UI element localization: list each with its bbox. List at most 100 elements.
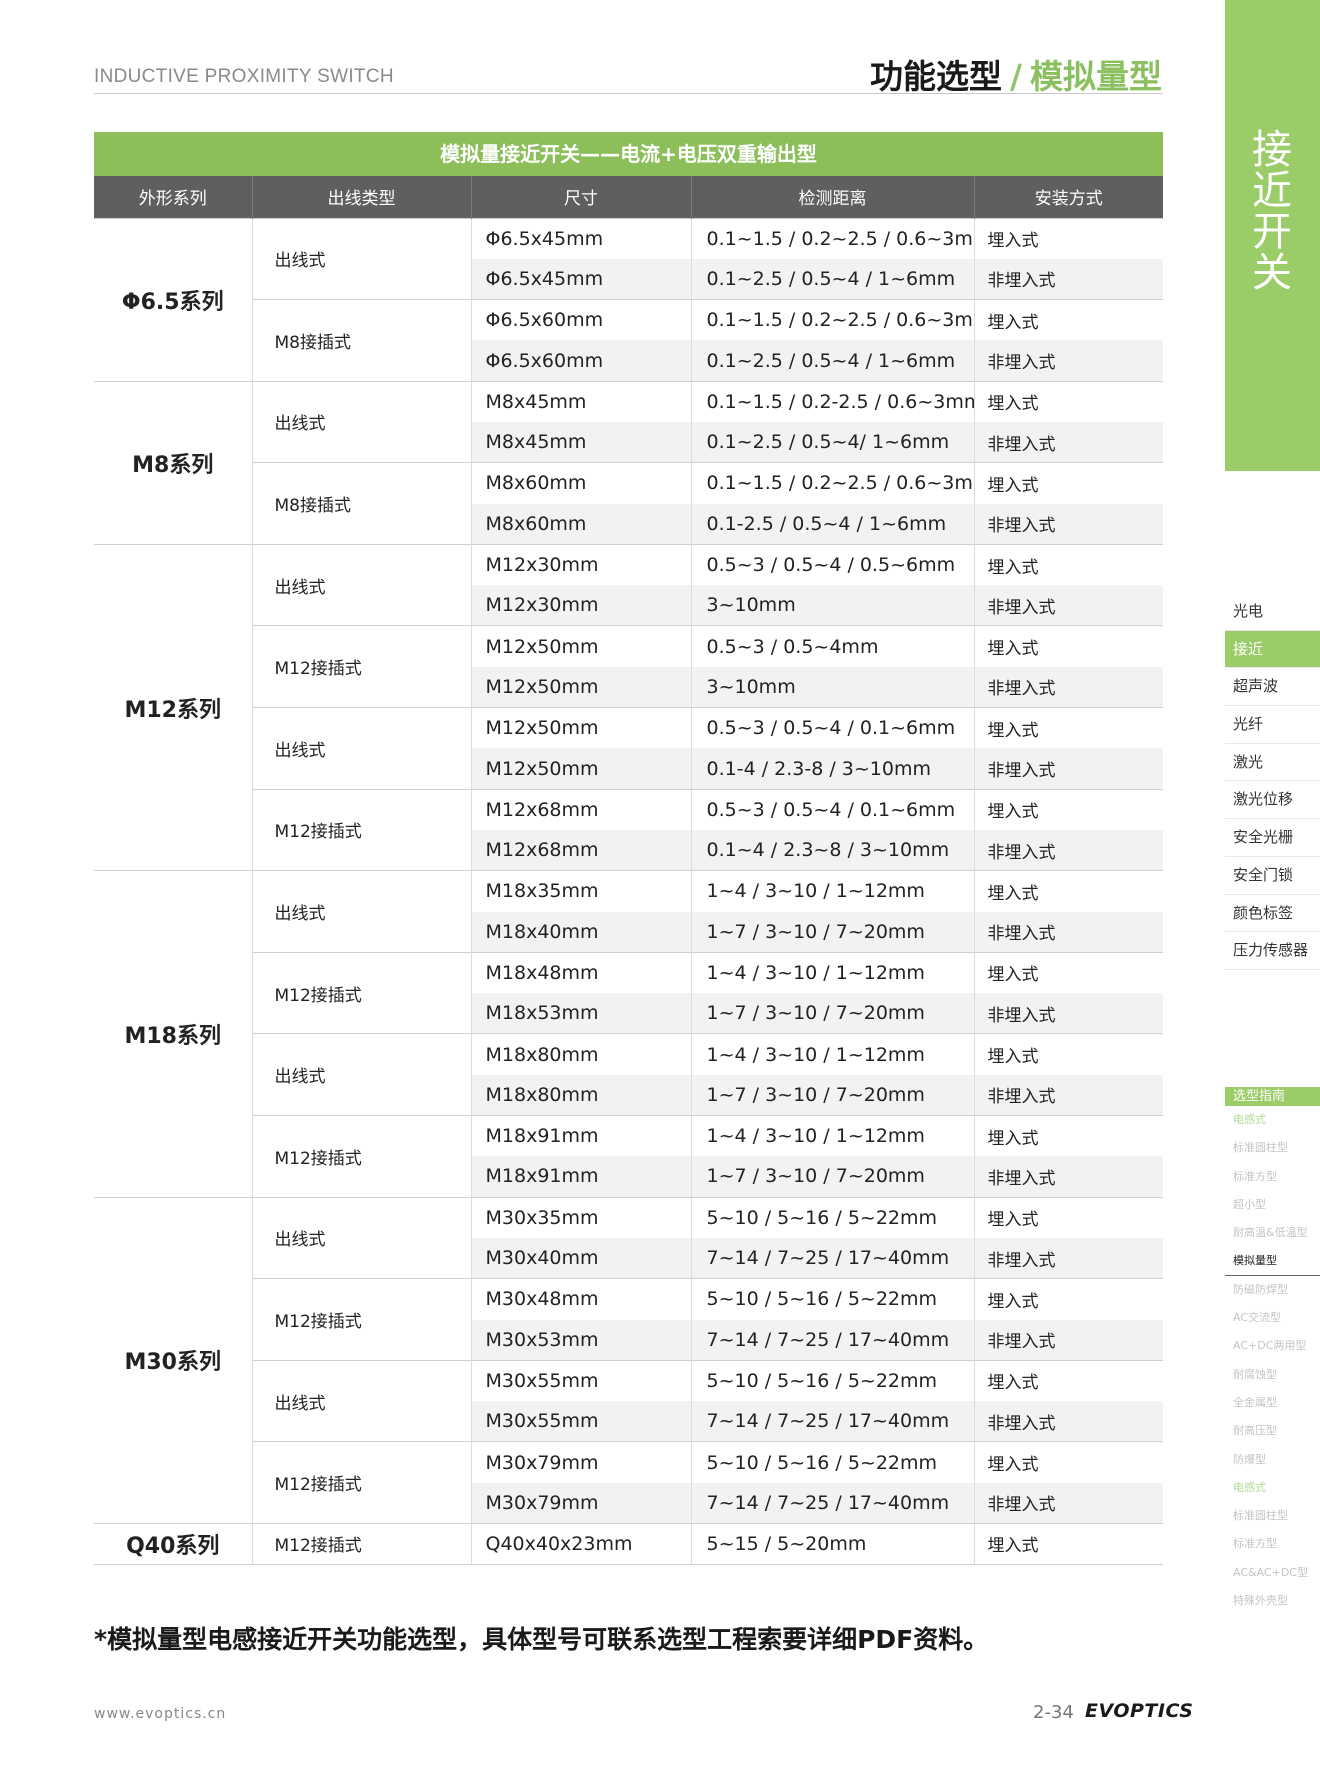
wire-type-cell: M12接插式 <box>252 1441 472 1524</box>
guide-item[interactable]: 防爆型 <box>1225 1446 1320 1474</box>
size-cell: M18x91mm <box>471 1115 692 1157</box>
table-row: M12接插式 M12x50mm 0.5~3 / 0.5~4mm 埋入式 <box>94 625 1163 708</box>
guide-item[interactable]: 标准圆柱型 <box>1225 1134 1320 1162</box>
table-row: Q40系列 M12接插式 Q40x40x23mm 5~15 / 5~20mm 埋入式 <box>94 1523 1163 1565</box>
size-cell: M12x50mm <box>471 748 692 790</box>
wire-type-cell: 出线式 <box>252 380 472 463</box>
mounting-cell: 非埋入式 <box>974 585 1163 626</box>
sensing-distance-cell: 0.1-2.5 / 0.5~4 / 1~6mm <box>691 503 975 545</box>
mounting-cell: 埋入式 <box>974 217 1163 259</box>
mounting-cell: 埋入式 <box>974 462 1163 504</box>
size-cell: M18x80mm <box>471 1074 692 1116</box>
size-cell: Φ6.5x60mm <box>471 299 692 341</box>
nav-item[interactable]: 光纤 <box>1225 706 1320 744</box>
footer-url[interactable]: www.evoptics.cn <box>94 1706 226 1722</box>
header-series: 外形系列 <box>94 176 253 218</box>
series-cell: M30系列 <box>94 1196 253 1524</box>
nav-item[interactable]: 安全门锁 <box>1225 857 1320 895</box>
mounting-cell: 埋入式 <box>974 1359 1163 1402</box>
nav-item[interactable]: 激光位移 <box>1225 781 1320 820</box>
guide-item[interactable]: AC&AC+DC型 <box>1225 1559 1320 1587</box>
guide-item[interactable]: 特殊外壳型 <box>1225 1587 1320 1615</box>
table-row: M12接插式 M18x48mm 1~4 / 3~10 / 1~12mm 埋入式 <box>94 951 1163 1034</box>
sensing-distance-cell: 0.1~1.5 / 0.2~2.5 / 0.6~3mm <box>691 299 975 341</box>
header-sensing-distance: 检测距离 <box>691 176 975 218</box>
sensing-distance-cell: 5~10 / 5~16 / 5~22mm <box>691 1196 975 1238</box>
nav-item[interactable]: 光电 <box>1225 593 1320 631</box>
brand-logo: EVOPTICS <box>1085 1700 1194 1722</box>
nav-item[interactable]: 超声波 <box>1225 668 1320 707</box>
header-category: INDUCTIVE PROXIMITY SWITCH <box>94 66 394 87</box>
size-cell: M18x40mm <box>471 911 692 953</box>
guide-item[interactable]: AC交流型 <box>1225 1304 1320 1332</box>
mounting-cell: 非埋入式 <box>974 1401 1163 1442</box>
size-cell: Φ6.5x45mm <box>471 258 692 300</box>
mounting-cell: 埋入式 <box>974 543 1163 586</box>
mounting-cell: 埋入式 <box>974 625 1163 667</box>
wire-type-cell: M12接插式 <box>252 951 472 1034</box>
sensing-distance-cell: 0.1~2.5 / 0.5~4 / 1~6mm <box>691 258 975 300</box>
sensing-distance-cell: 0.5~3 / 0.5~4 / 0.5~6mm <box>691 543 975 586</box>
guide-item[interactable]: 标准方型 <box>1225 1163 1320 1191</box>
size-cell: M30x40mm <box>471 1237 692 1279</box>
guide-item[interactable]: 超小型 <box>1225 1191 1320 1219</box>
header-divider <box>94 93 1163 94</box>
sensing-distance-cell: 5~10 / 5~16 / 5~22mm <box>691 1441 975 1483</box>
sensing-distance-cell: 7~14 / 7~25 / 17~40mm <box>691 1319 975 1361</box>
table-row: M12系列 出线式 M12x30mm 0.5~3 / 0.5~4 / 0.5~6mm 埋… <box>94 543 1163 871</box>
guide-item[interactable]: 全金属型 <box>1225 1389 1320 1417</box>
mounting-cell: 非埋入式 <box>974 666 1163 708</box>
guide-item[interactable]: 耐高温&低温型 <box>1225 1219 1320 1247</box>
mounting-cell: 埋入式 <box>974 951 1163 994</box>
sensing-distance-cell: 1~7 / 3~10 / 7~20mm <box>691 1156 975 1198</box>
guide-item[interactable]: 标准方型 <box>1225 1530 1320 1558</box>
guide-item[interactable]: 耐腐蚀型 <box>1225 1361 1320 1389</box>
wire-type-cell: 出线式 <box>252 217 472 300</box>
guide-item[interactable]: 电感式 <box>1225 1106 1320 1134</box>
wire-type-cell: M12接插式 <box>252 1115 472 1198</box>
sensing-distance-cell: 0.5~3 / 0.5~4 / 0.1~6mm <box>691 788 975 830</box>
nav-item[interactable]: 安全光栅 <box>1225 819 1320 857</box>
nav-item[interactable]: 接近 <box>1225 630 1320 669</box>
sensing-distance-cell: 0.1~2.5 / 0.5~4/ 1~6mm <box>691 421 975 463</box>
wire-type-cell: 出线式 <box>252 1359 472 1442</box>
nav-item[interactable]: 激光 <box>1225 744 1320 782</box>
category-nav: 光电 接近 超声波 光纤 激光 激光位移 安全光栅 安全门锁 颜色标签 压力传感器 <box>1225 593 1320 970</box>
sensing-distance-cell: 1~4 / 3~10 / 1~12mm <box>691 870 975 912</box>
guide-item[interactable]: AC+DC两用型 <box>1225 1332 1320 1360</box>
sensing-distance-cell: 0.5~3 / 0.5~4 / 0.1~6mm <box>691 707 975 749</box>
size-cell: M8x60mm <box>471 462 692 504</box>
sensing-distance-cell: 7~14 / 7~25 / 17~40mm <box>691 1401 975 1442</box>
table-row: M8接插式 Φ6.5x60mm 0.1~1.5 / 0.2~2.5 / 0.6~3m… <box>94 299 1163 382</box>
header-mounting: 安装方式 <box>974 176 1163 218</box>
guide-item[interactable]: 标准圆柱型 <box>1225 1502 1320 1530</box>
footnote: *模拟量型电感接近开关功能选型，具体型号可联系选型工程索要详细PDF资料。 <box>94 1625 989 1654</box>
sensing-distance-cell: 7~14 / 7~25 / 17~40mm <box>691 1237 975 1279</box>
wire-type-cell: M12接插式 <box>252 1278 472 1361</box>
nav-item[interactable]: 压力传感器 <box>1225 932 1320 970</box>
guide-item[interactable]: 模拟量型 <box>1225 1247 1320 1276</box>
sensing-distance-cell: 5~10 / 5~16 / 5~22mm <box>691 1278 975 1320</box>
size-cell: M18x91mm <box>471 1156 692 1198</box>
mounting-cell: 非埋入式 <box>974 1156 1163 1198</box>
series-cell: M12系列 <box>94 543 253 871</box>
size-cell: M30x48mm <box>471 1278 692 1320</box>
guide-item[interactable]: 防磁防焊型 <box>1225 1276 1320 1304</box>
size-cell: Φ6.5x60mm <box>471 340 692 382</box>
sensing-distance-cell: 1~7 / 3~10 / 7~20mm <box>691 911 975 953</box>
wire-type-cell: 出线式 <box>252 1196 472 1279</box>
nav-item[interactable]: 颜色标签 <box>1225 895 1320 933</box>
guide-item[interactable]: 电感式 <box>1225 1474 1320 1502</box>
size-cell: M30x53mm <box>471 1319 692 1361</box>
size-cell: Q40x40x23mm <box>471 1523 692 1565</box>
wire-type-cell: 出线式 <box>252 870 472 953</box>
guide-item[interactable]: 耐高压型 <box>1225 1417 1320 1445</box>
size-cell: M12x68mm <box>471 829 692 871</box>
mounting-cell: 非埋入式 <box>974 421 1163 463</box>
size-cell: M30x79mm <box>471 1441 692 1483</box>
table-row: 出线式 M12x50mm 0.5~3 / 0.5~4 / 0.1~6mm 埋入式 <box>94 707 1163 790</box>
sensing-distance-cell: 7~14 / 7~25 / 17~40mm <box>691 1482 975 1524</box>
wire-type-cell: 出线式 <box>252 707 472 790</box>
header-size: 尺寸 <box>471 176 692 218</box>
mounting-cell: 埋入式 <box>974 870 1163 912</box>
